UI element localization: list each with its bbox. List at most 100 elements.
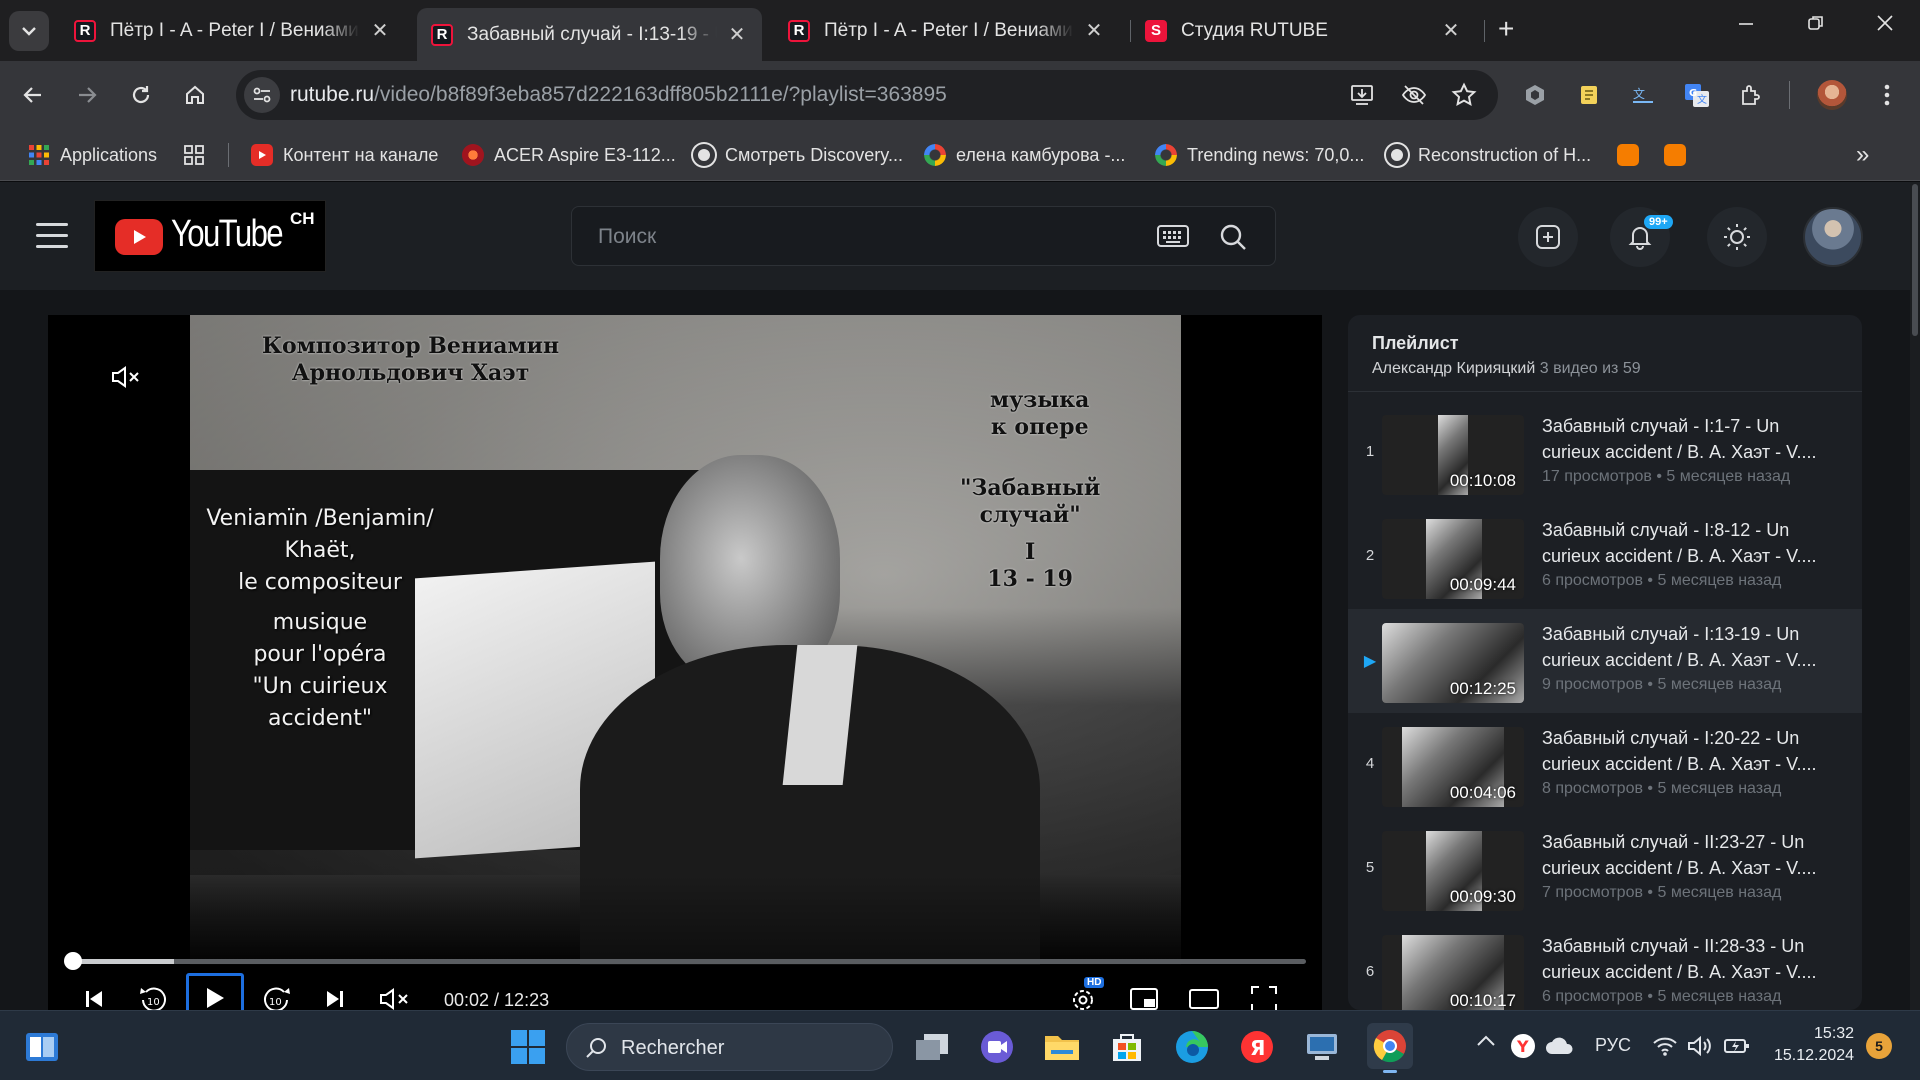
extension-shield-icon[interactable] [1518, 78, 1552, 112]
address-bar[interactable]: rutube.ru/video/b8f89f3eba857d222163dff8… [236, 70, 1498, 120]
keyboard-icon[interactable] [1157, 224, 1189, 253]
playlist-item-thumbnail[interactable]: 00:12:25 [1382, 623, 1524, 703]
site-info-button[interactable] [244, 77, 280, 113]
playlist-item-title[interactable]: Забавный случай - II:28-33 - Un curieux … [1542, 933, 1842, 985]
upload-button[interactable] [1518, 207, 1578, 267]
extension-notes-icon[interactable] [1572, 78, 1606, 112]
back-button[interactable] [16, 78, 50, 112]
playlist-item[interactable]: 6 00:10:17 Забавный случай - II:28-33 - … [1348, 921, 1862, 1010]
browser-tab[interactable]: R Пётр I - A - Peter I / Вениамин ✕ [774, 8, 1119, 53]
browser-tab-active[interactable]: R Забавный случай - I:13-19 - Un ✕ [417, 8, 762, 61]
video-progress-bar[interactable] [63, 952, 1306, 970]
forward-button[interactable] [70, 78, 104, 112]
profile-avatar[interactable] [1815, 78, 1849, 112]
eye-off-icon[interactable] [1401, 83, 1427, 112]
playlist-item[interactable]: 5 00:09:30 Забавный случай - II:23-27 - … [1348, 817, 1862, 921]
playlist-author[interactable]: Александр Кирияцкий [1372, 360, 1535, 377]
taskbar-chrome[interactable] [1367, 1023, 1413, 1073]
playlist-item[interactable]: 4 00:04:06 Забавный случай - I:20-22 - U… [1348, 713, 1862, 817]
close-tab-icon[interactable]: ✕ [1083, 18, 1105, 43]
search-input[interactable]: Поиск [598, 225, 656, 249]
playlist-item-title[interactable]: Забавный случай - I:20-22 - Un curieux a… [1542, 725, 1842, 777]
playlist-item[interactable]: 2 00:09:44 Забавный случай - I:8-12 - Un… [1348, 505, 1862, 609]
playlist-item-thumbnail[interactable]: 00:10:17 [1382, 935, 1524, 1010]
settings-button[interactable]: HD [1062, 977, 1106, 1010]
playlist-item-thumbnail[interactable]: 00:09:30 [1382, 831, 1524, 911]
tray-battery[interactable] [1720, 1029, 1754, 1063]
playlist-item-thumbnail[interactable]: 00:04:06 [1382, 727, 1524, 807]
taskbar-file-explorer[interactable] [1042, 1027, 1082, 1067]
bookmark-kamburova[interactable]: елена камбурова -... [924, 140, 1125, 170]
theater-mode-button[interactable] [1182, 979, 1226, 1010]
url-text[interactable]: rutube.ru/video/b8f89f3eba857d222163dff8… [290, 83, 947, 107]
home-button[interactable] [178, 78, 212, 112]
site-search-box[interactable]: Поиск [571, 206, 1276, 266]
bookmark-blogger-1[interactable] [1617, 140, 1639, 170]
browser-tab[interactable]: R Пётр I - A - Peter I / Вениамин ✕ [60, 8, 405, 53]
playlist-item-thumbnail[interactable]: 00:10:08 [1382, 415, 1524, 495]
taskbar-search-box[interactable]: Rechercher [566, 1023, 893, 1071]
close-tab-icon[interactable]: ✕ [1440, 18, 1462, 43]
search-icon[interactable] [1219, 223, 1247, 256]
start-button[interactable] [508, 1027, 548, 1067]
bookmark-acer[interactable]: ACER Aspire E3-112... [462, 140, 676, 170]
extension-translate-icon[interactable]: 文 [1626, 78, 1660, 112]
forward-10-button[interactable]: 10 [254, 979, 298, 1010]
next-video-button[interactable] [313, 979, 357, 1010]
tab-search-button[interactable] [9, 11, 49, 51]
close-tab-icon[interactable]: ✕ [369, 18, 391, 43]
install-app-icon[interactable] [1350, 83, 1376, 112]
playlist-item-title[interactable]: Забавный случай - I:8-12 - Un curieux ac… [1542, 517, 1842, 569]
input-language[interactable]: РУС [1595, 1035, 1631, 1056]
bookmark-blogger-2[interactable] [1664, 140, 1686, 170]
bookmark-reconstruction[interactable]: Reconstruction of H... [1386, 140, 1591, 170]
page-scrollbar[interactable] [1910, 182, 1920, 1010]
bookmark-discovery[interactable]: Смотреть Discovery... [693, 140, 903, 170]
browser-tab[interactable]: S Студия RUTUBE ✕ [1131, 8, 1476, 53]
bookmark-trending-news[interactable]: Trending news: 70,0... [1155, 140, 1364, 170]
taskbar-yandex-browser[interactable]: Я [1237, 1027, 1277, 1067]
playlist-item-thumbnail[interactable]: 00:09:44 [1382, 519, 1524, 599]
tray-wifi[interactable] [1648, 1029, 1682, 1063]
playlist-item[interactable]: 1 00:10:08 Забавный случай - I:1-7 - Un … [1348, 401, 1862, 505]
bookmark-tab-groups[interactable] [183, 140, 205, 170]
task-view-button[interactable] [22, 1027, 62, 1067]
taskbar-network-app[interactable] [1302, 1027, 1342, 1067]
google-translate-icon[interactable]: G文 [1680, 78, 1714, 112]
channel-logo[interactable]: YouTube CH [94, 200, 326, 272]
playlist-item-title[interactable]: Забавный случай - II:23-27 - Un curieux … [1542, 829, 1842, 881]
taskbar-edge[interactable] [1172, 1027, 1212, 1067]
video-frame[interactable]: Композитор Вениамин Арнольдович Хаэт муз… [190, 315, 1181, 965]
bookmark-star-icon[interactable] [1451, 82, 1477, 113]
taskbar-teams[interactable] [977, 1027, 1017, 1067]
video-player[interactable]: Композитор Вениамин Арнольдович Хаэт муз… [48, 315, 1322, 1010]
user-avatar[interactable] [1803, 207, 1863, 267]
close-tab-icon[interactable]: ✕ [726, 22, 748, 47]
taskbar-task-view[interactable] [912, 1027, 952, 1067]
show-hidden-icons-button[interactable] [1476, 1031, 1496, 1052]
more-bookmarks-button[interactable]: » [1856, 140, 1869, 170]
tray-volume[interactable] [1683, 1029, 1717, 1063]
new-tab-button[interactable]: + [1498, 13, 1514, 45]
progress-scrubber-handle[interactable] [63, 952, 82, 970]
close-window-button[interactable] [1875, 13, 1895, 39]
minimize-window-button[interactable] [1736, 13, 1756, 39]
notifications-button[interactable]: 99+ [1610, 207, 1673, 267]
bookmark-applications[interactable]: Applications [28, 140, 157, 170]
rewind-10-button[interactable]: 10 [132, 979, 176, 1010]
unmute-overlay-button[interactable] [110, 365, 142, 394]
reload-button[interactable] [124, 78, 158, 112]
tray-onedrive[interactable] [1543, 1029, 1577, 1063]
notification-count-badge[interactable]: 5 [1866, 1033, 1892, 1059]
menu-hamburger-icon[interactable] [36, 223, 68, 251]
extensions-puzzle-icon[interactable] [1734, 78, 1768, 112]
restore-window-button[interactable] [1806, 13, 1826, 39]
playlist-item-title[interactable]: Забавный случай - I:13-19 - Un curieux a… [1542, 621, 1842, 673]
playlist-item-title[interactable]: Забавный случай - I:1-7 - Un curieux acc… [1542, 413, 1842, 465]
mute-button[interactable] [373, 979, 417, 1010]
tray-yandex[interactable]: Y [1506, 1029, 1540, 1063]
fullscreen-button[interactable] [1242, 979, 1286, 1010]
taskbar-store[interactable] [1107, 1027, 1147, 1067]
scrollbar-thumb[interactable] [1912, 184, 1918, 336]
play-button[interactable] [186, 973, 244, 1010]
